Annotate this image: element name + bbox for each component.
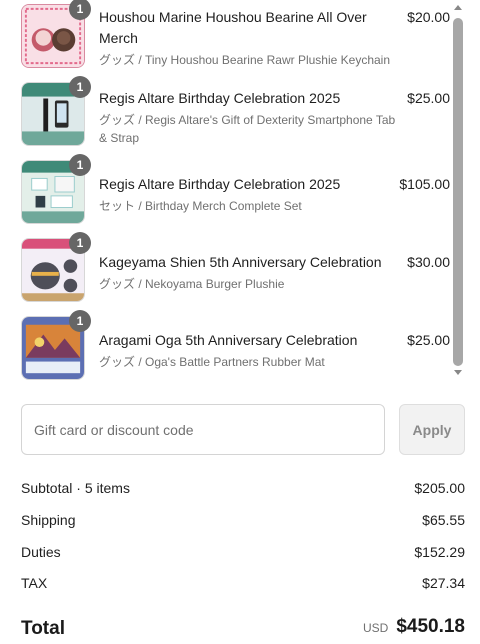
- item-title: Houshou Marine Houshou Bearine All Over …: [99, 9, 367, 46]
- discount-code-input[interactable]: [21, 404, 385, 455]
- scroll-up-icon[interactable]: [454, 5, 462, 10]
- item-title: Regis Altare Birthday Celebration 2025: [99, 176, 341, 192]
- item-variant: グッズ / Tiny Houshou Bearine Rawr Plushie …: [99, 53, 391, 67]
- item-variant: グッズ / Oga's Battle Partners Rubber Mat: [99, 355, 325, 369]
- item-variant: セット / Birthday Merch Complete Set: [99, 199, 302, 213]
- total-row: Total USD $450.18: [21, 616, 465, 644]
- item-price: $105.00: [399, 176, 450, 192]
- scrollbar[interactable]: [451, 0, 465, 382]
- scrollbar-thumb[interactable]: [453, 18, 463, 366]
- shipping-value: $65.55: [422, 512, 465, 528]
- total-label: Total: [21, 618, 65, 639]
- shipping-label: Shipping: [21, 512, 76, 528]
- duties-label: Duties: [21, 544, 61, 560]
- item-title: Aragami Oga 5th Anniversary Celebration: [99, 332, 358, 348]
- currency-code: USD: [362, 621, 389, 635]
- subtotal-label: Subtotal · 5 items: [21, 480, 130, 496]
- item-price: $20.00: [407, 9, 450, 25]
- tax-label: TAX: [21, 575, 48, 591]
- cart-item-list: 1 Houshou Marine Houshou Bearine All Ove…: [0, 0, 480, 382]
- quantity-badge: 1: [69, 310, 91, 332]
- total-value: $450.18: [396, 616, 465, 637]
- apply-button[interactable]: Apply: [399, 404, 465, 455]
- item-title: Regis Altare Birthday Celebration 2025: [99, 90, 341, 106]
- item-price: $25.00: [407, 332, 450, 348]
- scroll-down-icon[interactable]: [454, 370, 462, 375]
- quantity-badge: 1: [69, 0, 91, 20]
- quantity-badge: 1: [69, 76, 91, 98]
- item-price: $30.00: [407, 254, 450, 270]
- quantity-badge: 1: [69, 232, 91, 254]
- quantity-badge: 1: [69, 154, 91, 176]
- item-price: $25.00: [407, 90, 450, 106]
- tax-value: $27.34: [422, 575, 465, 591]
- item-title: Kageyama Shien 5th Anniversary Celebrati…: [99, 254, 382, 270]
- subtotal-value: $205.00: [414, 480, 465, 496]
- item-variant: グッズ / Nekoyama Burger Plushie: [99, 277, 285, 291]
- duties-value: $152.29: [414, 544, 465, 560]
- item-variant: グッズ / Regis Altare's Gift of Dexterity S…: [99, 113, 396, 145]
